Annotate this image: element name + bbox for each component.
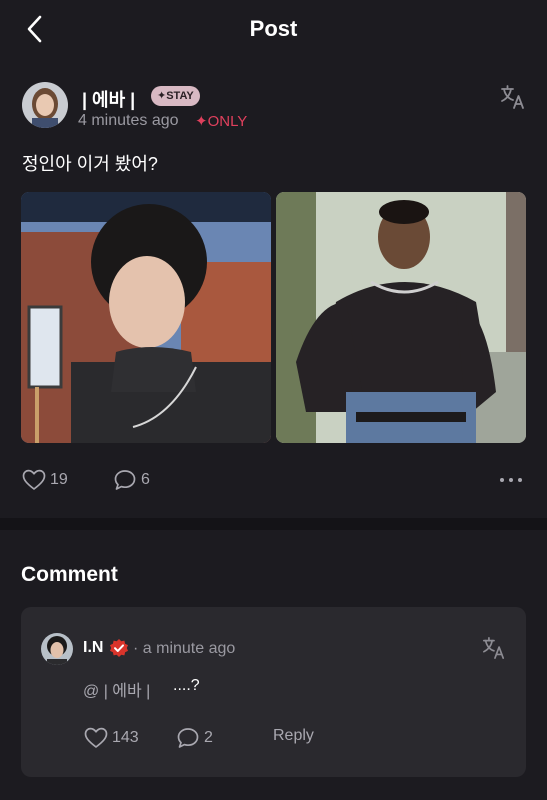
comment-bubble-icon <box>114 470 136 490</box>
author-name[interactable]: | 에바 | <box>82 86 135 112</box>
section-divider <box>0 518 547 530</box>
comment-bubble-icon <box>177 728 199 748</box>
heart-icon <box>22 469 46 490</box>
commenter-avatar[interactable] <box>41 633 73 665</box>
translate-button[interactable] <box>500 84 526 110</box>
comment-translate-button[interactable] <box>482 636 506 660</box>
verified-badge-icon <box>109 638 129 658</box>
only-badge: ✦ONLY <box>195 113 248 130</box>
comment-reply-count: 2 <box>204 729 213 746</box>
post-text: 정인아 이거 봤어? <box>22 154 158 174</box>
stay-badge: ✦STAY <box>151 86 200 106</box>
comments-heading: Comment <box>21 563 118 586</box>
heart-icon <box>84 727 108 748</box>
post-photo[interactable] <box>276 192 526 443</box>
post-actions: 19 6 <box>0 467 547 493</box>
comment-reply-count-button[interactable]: 2 <box>176 726 213 750</box>
author-avatar[interactable] <box>22 82 68 128</box>
translate-icon <box>483 637 505 659</box>
comment-button[interactable]: 6 <box>113 467 150 493</box>
post-timestamp: 4 minutes ago <box>78 112 179 129</box>
commenter-name[interactable]: I.N <box>83 639 103 657</box>
post-photo[interactable] <box>21 192 271 443</box>
comment-mention[interactable]: @ | 에바 | <box>83 677 150 701</box>
top-bar: Post <box>0 0 547 58</box>
post-media <box>21 192 526 443</box>
translate-icon <box>501 85 524 109</box>
comment-timestamp: · a minute ago <box>133 640 236 657</box>
comment-count: 6 <box>141 471 150 488</box>
comment-like-count: 143 <box>112 729 139 746</box>
comment-text: ....? <box>173 677 200 694</box>
like-button[interactable]: 19 <box>22 467 68 493</box>
more-icon <box>500 478 522 482</box>
comment-like-button[interactable]: 143 <box>84 726 139 750</box>
like-count: 19 <box>50 471 68 488</box>
more-options-button[interactable] <box>498 471 524 489</box>
reply-button[interactable]: Reply <box>273 727 314 745</box>
page-title: Post <box>249 16 298 41</box>
comment-card: I.N · a minute ago @ | 에바 | ....? 143 2 … <box>21 607 526 777</box>
